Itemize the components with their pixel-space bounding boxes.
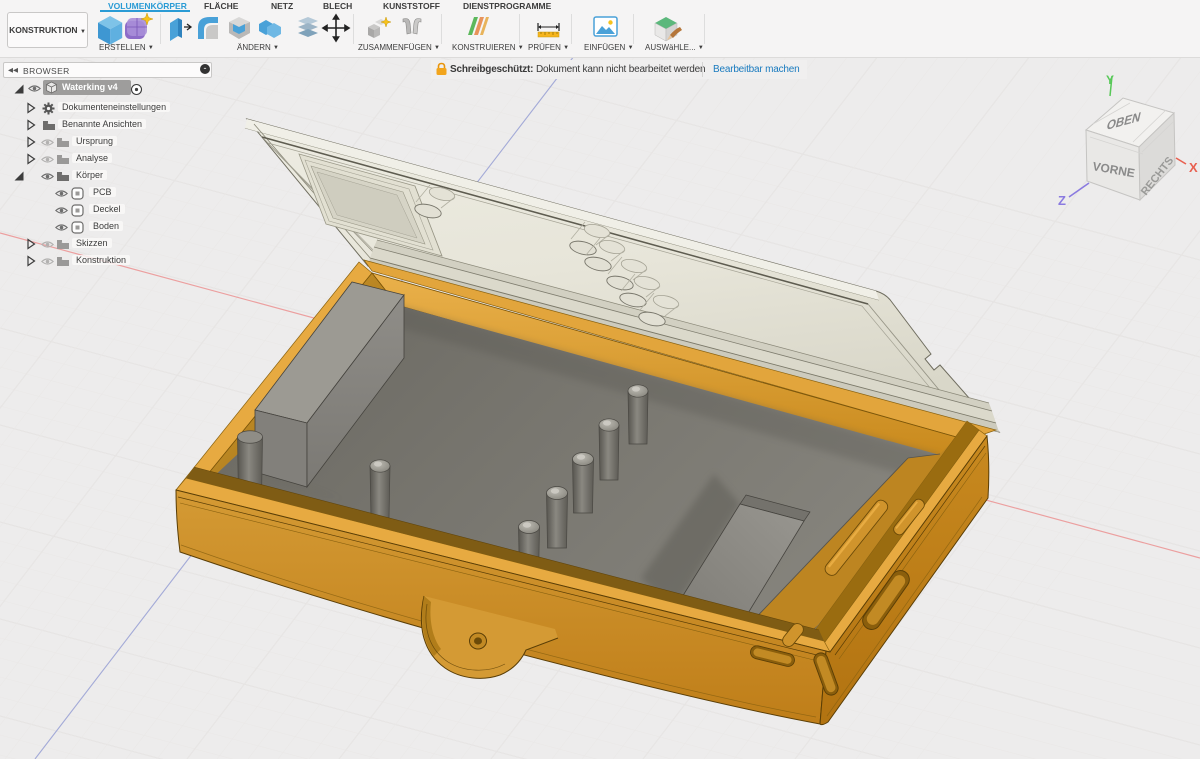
svg-text:Y: Y: [1106, 73, 1114, 87]
svg-text:Z: Z: [1058, 193, 1066, 208]
svg-text:X: X: [1189, 160, 1198, 175]
